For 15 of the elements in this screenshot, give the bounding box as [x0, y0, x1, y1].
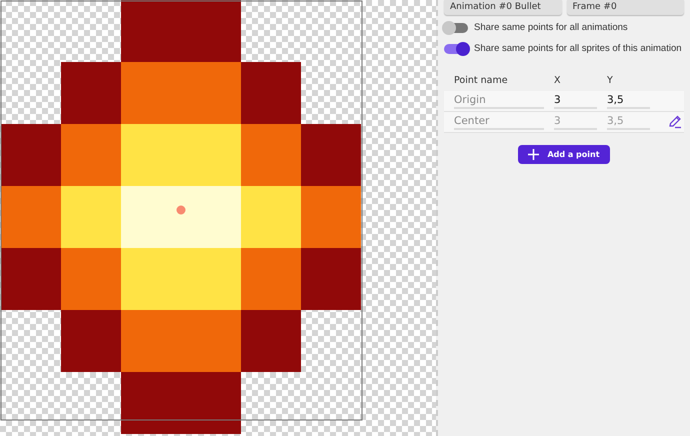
x-field[interactable]: 3	[554, 94, 597, 108]
y-field[interactable]: 3,5	[607, 94, 650, 108]
point-marker[interactable]	[176, 206, 186, 214]
plus-icon	[528, 149, 540, 160]
toggle-switch[interactable]	[444, 44, 468, 54]
column-header: X	[554, 74, 562, 86]
toggle-label: Share same points for all animations	[474, 22, 628, 33]
dropdown-field[interactable]: Frame #0	[566, 0, 684, 15]
column-header: Y	[607, 74, 614, 86]
pencil-icon[interactable]	[668, 115, 682, 129]
dropdown-field[interactable]: Animation #0 Bullet	[444, 0, 562, 15]
add-point-button[interactable]: Add a point	[518, 145, 610, 164]
toggle-label: Share same points for all sprites of this animation	[474, 43, 682, 54]
column-header: Point name	[454, 74, 509, 86]
toggle-switch[interactable]	[444, 22, 468, 32]
